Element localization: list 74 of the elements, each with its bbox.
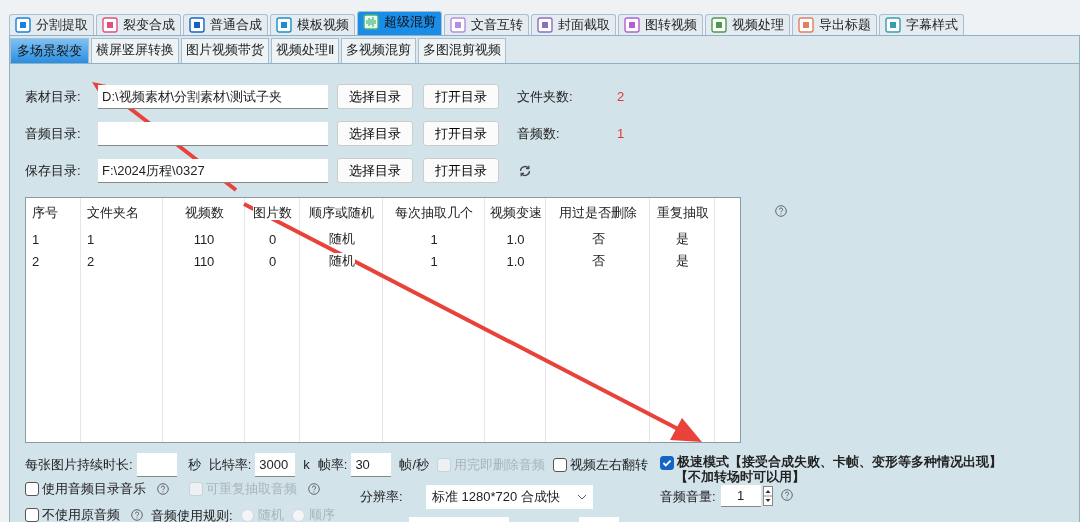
field-label: 音频目录: (25, 124, 82, 143)
volume-field[interactable]: 1 (720, 485, 761, 507)
table-cell: 否 (591, 253, 605, 268)
column-header: 顺序或随机 (309, 205, 374, 220)
main-tab[interactable]: 视频处理 (705, 14, 790, 35)
checkbox[interactable]: 使用音频目录音乐 (25, 477, 169, 501)
path-field[interactable] (98, 121, 328, 146)
checkbox[interactable]: 视频左右翻转 (553, 453, 648, 477)
field-label: 音频使用规则: (151, 507, 233, 522)
column-header: 视频变速 (489, 205, 542, 220)
field-label: 每张图片持续时长: (25, 456, 133, 474)
sub-tab[interactable]: 视频处理Ⅱ (271, 38, 339, 63)
main-tab[interactable]: 封面截取 (531, 14, 616, 35)
column-header: 视频数 (184, 205, 224, 220)
field-label: 保存目录: (25, 161, 82, 180)
sub-tab[interactable]: 图片视频带货 (181, 38, 269, 63)
table-cell: 随机 (328, 231, 355, 246)
select-folder-button[interactable]: 选择目录 (337, 121, 413, 146)
fps-field[interactable]: 30 (351, 453, 392, 477)
count-label: 文件夹数: (517, 87, 574, 106)
help-icon[interactable] (775, 205, 787, 217)
field-label: 分辨率: (360, 488, 404, 506)
main-tab[interactable]: 裂变合成 (96, 14, 181, 35)
column-header: 图片数 (253, 205, 292, 220)
count-label: 音频数: (517, 124, 561, 143)
caret-icon (577, 494, 587, 500)
open-folder-button[interactable]: 打开目录 (423, 121, 499, 146)
bitrate-field[interactable]: 3000 (255, 453, 296, 477)
table-cell: 否 (591, 231, 605, 246)
column-header: 每次抽取几个 (395, 205, 473, 220)
checkbox[interactable]: 不使用原音频 (25, 507, 143, 522)
table-cell: 是 (676, 231, 689, 246)
resolution-dropdown[interactable]: 标准 1280*720 合成快 (426, 485, 593, 509)
refresh-icon[interactable] (518, 163, 532, 178)
sub-tab[interactable]: 多场景裂变 (10, 38, 89, 63)
field-label: 素材目录: (25, 87, 82, 106)
help-icon[interactable] (780, 489, 793, 501)
unit-label: k (303, 456, 310, 474)
field-label: 音频音量: (660, 488, 716, 506)
sub-tab[interactable]: 多图混剪视频 (418, 38, 506, 63)
unit-label: 秒 (187, 456, 201, 474)
select-folder-button[interactable]: 选择目录 (337, 84, 413, 109)
open-folder-button[interactable]: 打开目录 (423, 84, 499, 109)
spin-buttons[interactable] (762, 486, 773, 506)
table-cell: 随机 (328, 253, 355, 268)
column-header: 用过是否删除 (559, 205, 637, 220)
main-tab[interactable]: 导出标题 (792, 14, 877, 35)
main-tab[interactable]: 普通合成 (183, 14, 268, 35)
unit-label: 帧/秒 (399, 456, 429, 474)
help-icon[interactable] (131, 509, 143, 521)
column-header: 序号 (32, 205, 58, 220)
count-value: 2 (617, 89, 625, 104)
path-field[interactable]: D:\视频素材\分割素材\测试子夹 (98, 84, 328, 109)
field-label: 比特率: (208, 456, 252, 474)
main-tab[interactable]: 文音互转 (444, 14, 529, 35)
sub-tab[interactable]: 多视频混剪 (341, 38, 416, 63)
column-header: 重复抽取 (656, 205, 709, 220)
main-tab[interactable]: 模板视频 (270, 14, 355, 35)
open-folder-button[interactable]: 打开目录 (423, 158, 499, 183)
main-tab[interactable]: 分割提取 (9, 14, 94, 35)
column-header: 文件夹名 (87, 205, 139, 220)
count-value: 1 (617, 126, 625, 141)
main-tab[interactable]: 字幕样式 (879, 14, 964, 35)
checkbox[interactable]: 极速模式【接受合成失败、卡帧、变形等多种情况出现】 (660, 455, 1002, 470)
sub-tab[interactable]: 横屏竖屏转换 (91, 38, 179, 63)
main-tab[interactable]: 图转视频 (618, 14, 703, 35)
duration-field[interactable] (136, 453, 177, 477)
note-text: 【不加转场时可以用】 (675, 470, 806, 485)
help-icon[interactable] (157, 483, 169, 495)
select-folder-button[interactable]: 选择目录 (337, 158, 413, 183)
field-label: 帧率: (317, 456, 348, 474)
main-tab[interactable]: 超级混剪 (357, 11, 442, 35)
path-field[interactable]: F:\2024历程\0327 (98, 158, 328, 183)
table-cell: 是 (676, 253, 689, 268)
